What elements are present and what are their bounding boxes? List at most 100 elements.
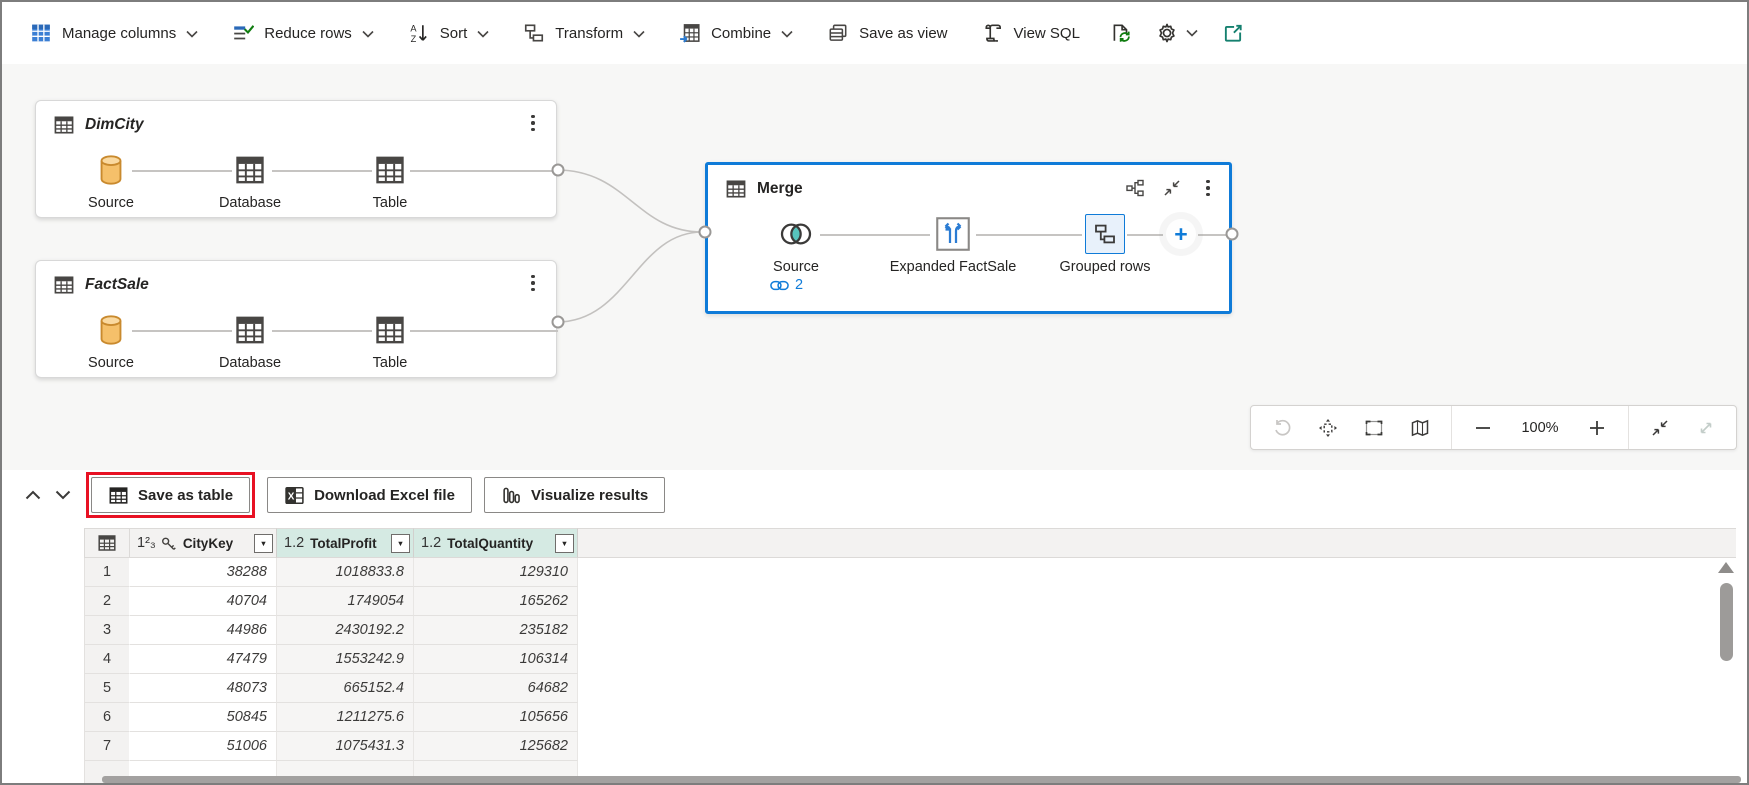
column-filter-dropdown[interactable]: ▼ xyxy=(391,533,410,553)
cell[interactable]: 129310 xyxy=(414,558,578,587)
more-options-icon[interactable] xyxy=(1199,178,1217,198)
toolbar-settings-button[interactable] xyxy=(1156,22,1198,44)
horizontal-scrollbar[interactable] xyxy=(102,776,1741,783)
table-step-icon[interactable] xyxy=(374,154,406,186)
cell[interactable]: 38288 xyxy=(130,558,277,587)
cell[interactable]: 1553242.9 xyxy=(277,645,414,674)
row-number[interactable]: 4 xyxy=(84,645,130,674)
scroll-up-arrow-icon[interactable] xyxy=(1718,562,1734,573)
selected-step-grouped-rows[interactable] xyxy=(1085,214,1125,254)
cell[interactable]: 106314 xyxy=(414,645,578,674)
chevron-down-icon[interactable] xyxy=(50,482,76,508)
input-port-merge[interactable] xyxy=(698,225,712,239)
more-options-icon[interactable] xyxy=(524,113,542,133)
collapse-card-icon[interactable] xyxy=(1162,178,1182,198)
expanded-step-icon[interactable] xyxy=(935,216,971,252)
source-cylinder-icon[interactable] xyxy=(96,154,126,186)
add-step-button[interactable]: + xyxy=(1166,219,1196,249)
column-header-totalquantity[interactable]: 1.2 TotalQuantity ▼ xyxy=(414,528,578,558)
chevron-up-icon[interactable] xyxy=(20,482,46,508)
column-header-citykey[interactable]: 1²₃ CityKey ▼ xyxy=(130,528,277,558)
row-number[interactable]: 6 xyxy=(84,703,130,732)
download-excel-button[interactable]: X Download Excel file xyxy=(267,477,472,513)
merge-venn-icon[interactable] xyxy=(776,220,816,248)
toolbar-reduce-rows[interactable]: Reduce rows xyxy=(232,22,374,44)
cell[interactable]: 665152.4 xyxy=(277,674,414,703)
grid-header-filler xyxy=(578,528,1736,558)
toolbar-open-external-button[interactable] xyxy=(1222,22,1244,44)
minimap-icon[interactable] xyxy=(1409,417,1431,439)
output-port-dimcity[interactable] xyxy=(551,163,565,177)
table-icon xyxy=(53,274,75,296)
undo-layout-icon[interactable] xyxy=(1271,417,1293,439)
collapse-all-icon[interactable] xyxy=(1649,417,1671,439)
row-number[interactable]: 3 xyxy=(84,616,130,645)
row-number[interactable]: 2 xyxy=(84,587,130,616)
toolbar-sort[interactable]: A Z Sort xyxy=(408,22,490,44)
cell[interactable]: 47479 xyxy=(130,645,277,674)
database-step-icon[interactable] xyxy=(234,314,266,346)
save-as-table-button[interactable]: Save as table xyxy=(91,477,251,513)
toolbar-view-sql[interactable]: View SQL xyxy=(982,22,1080,44)
cell[interactable]: 2430192.2 xyxy=(277,616,414,645)
zoom-out-icon[interactable] xyxy=(1472,417,1494,439)
merge-links-badge[interactable]: 2 xyxy=(770,277,803,293)
cell[interactable]: 44986 xyxy=(130,616,277,645)
fit-to-screen-icon[interactable] xyxy=(1363,417,1385,439)
step-label[interactable]: Database xyxy=(219,195,281,211)
step-label[interactable]: Grouped rows xyxy=(1059,259,1150,275)
row-number[interactable]: 1 xyxy=(84,558,130,587)
cell[interactable]: 235182 xyxy=(414,616,578,645)
pan-mode-icon[interactable] xyxy=(1317,417,1339,439)
row-number[interactable]: 5 xyxy=(84,674,130,703)
column-type-icon[interactable]: 1²₃ xyxy=(137,535,156,551)
step-label[interactable]: Table xyxy=(373,195,408,211)
cell[interactable]: 1018833.8 xyxy=(277,558,414,587)
cell[interactable]: 125682 xyxy=(414,732,578,761)
column-filter-dropdown[interactable]: ▼ xyxy=(254,533,273,553)
step-label[interactable]: Source xyxy=(88,355,134,371)
query-card-factsale[interactable]: FactSale Source Database Table xyxy=(35,260,558,378)
cell[interactable]: 50845 xyxy=(130,703,277,732)
expand-all-icon[interactable] xyxy=(1695,417,1717,439)
grid-corner-cell[interactable] xyxy=(84,528,130,558)
step-label[interactable]: Source xyxy=(773,259,819,275)
cell[interactable]: 48073 xyxy=(130,674,277,703)
step-label[interactable]: Table xyxy=(373,355,408,371)
cell[interactable]: 1075431.3 xyxy=(277,732,414,761)
cell[interactable]: 1211275.6 xyxy=(277,703,414,732)
source-cylinder-icon[interactable] xyxy=(96,314,126,346)
output-port-factsale[interactable] xyxy=(551,315,565,329)
more-options-icon[interactable] xyxy=(524,273,542,293)
output-port-merge[interactable] xyxy=(1225,227,1239,241)
toolbar-combine[interactable]: Combine xyxy=(679,22,793,44)
toolbar-manage-columns[interactable]: Manage columns xyxy=(30,22,198,44)
step-label[interactable]: Source xyxy=(88,195,134,211)
query-card-merge[interactable]: Merge + Source Expanded FactSale Grouped… xyxy=(705,162,1232,314)
column-header-totalprofit[interactable]: 1.2 TotalProfit ▼ xyxy=(277,528,414,558)
related-queries-icon[interactable] xyxy=(1125,178,1145,198)
cell[interactable]: 165262 xyxy=(414,587,578,616)
toolbar-transform[interactable]: Transform xyxy=(523,22,645,44)
step-label[interactable]: Expanded FactSale xyxy=(890,259,1017,275)
step-label[interactable]: Database xyxy=(219,355,281,371)
column-filter-dropdown[interactable]: ▼ xyxy=(555,533,574,553)
visualize-results-button[interactable]: Visualize results xyxy=(483,477,666,513)
cell[interactable]: 1749054 xyxy=(277,587,414,616)
scrollbar-thumb[interactable] xyxy=(1719,583,1733,661)
diagram-canvas[interactable]: DimCity Source Database Table FactSale S… xyxy=(2,64,1747,470)
zoom-in-icon[interactable] xyxy=(1586,417,1608,439)
cell[interactable]: 105656 xyxy=(414,703,578,732)
toolbar-save-as-view[interactable]: Save as view xyxy=(827,22,948,44)
cell[interactable]: 64682 xyxy=(414,674,578,703)
row-number[interactable]: 7 xyxy=(84,732,130,761)
toolbar-refresh-script-button[interactable] xyxy=(1110,22,1132,44)
column-type-icon[interactable]: 1.2 xyxy=(284,535,304,551)
query-card-dimcity[interactable]: DimCity Source Database Table xyxy=(35,100,558,218)
vertical-scrollbar[interactable] xyxy=(1715,558,1737,773)
table-step-icon[interactable] xyxy=(374,314,406,346)
database-step-icon[interactable] xyxy=(234,154,266,186)
cell[interactable]: 51006 xyxy=(130,732,277,761)
column-type-icon[interactable]: 1.2 xyxy=(421,535,441,551)
cell[interactable]: 40704 xyxy=(130,587,277,616)
